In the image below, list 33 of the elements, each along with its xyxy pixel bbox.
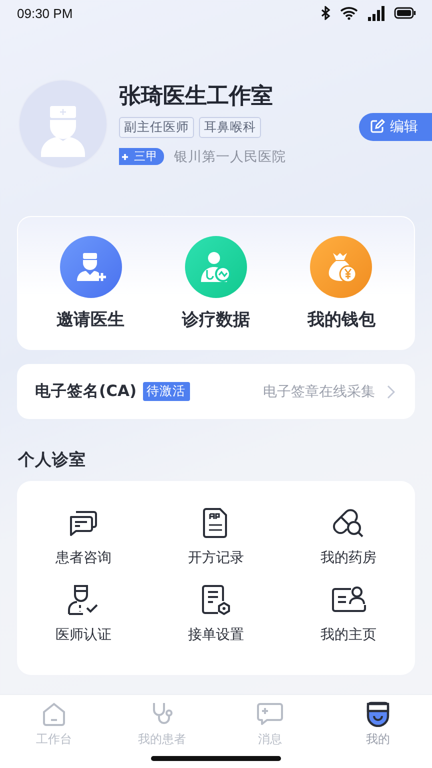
signature-card[interactable]: 电子签名(CA) 待激活 电子签章在线采集 — [17, 364, 415, 419]
hospital-name: 银川第一人民医院 — [174, 148, 286, 166]
clinic-menu-item[interactable]: 我的主页 — [282, 584, 415, 661]
document-gear-icon — [200, 584, 232, 616]
edit-icon — [370, 119, 385, 134]
prescription-document-icon — [202, 507, 230, 539]
doctor-plus-icon — [74, 250, 107, 282]
clinic-menu-item[interactable]: 接单设置 — [150, 584, 282, 661]
signature-title: 电子签名(CA) — [35, 381, 137, 402]
battery-icon — [394, 7, 416, 19]
chevron-right-icon — [387, 384, 395, 398]
title-tag: 副主任医师 — [119, 116, 194, 138]
bluetooth-icon — [321, 6, 331, 20]
clinic-menu-item[interactable]: 患者咨询 — [17, 507, 150, 584]
wifi-icon — [340, 6, 358, 20]
signature-hint: 电子签章在线采集 — [263, 382, 375, 400]
clinic-menu-item[interactable]: 开方记录 — [150, 507, 282, 584]
status-time: 09:30 PM — [17, 6, 73, 20]
home-icon — [41, 701, 67, 727]
edit-button[interactable]: 编辑 — [359, 112, 432, 140]
hospital-level-badge: 三甲 — [119, 148, 164, 165]
clinic-menu-item[interactable]: 医师认证 — [17, 584, 150, 661]
signal-icon — [367, 5, 385, 21]
doctor-name: 张琦医生工作室 — [119, 82, 274, 110]
message-plus-icon — [256, 701, 284, 727]
pill-search-icon — [332, 507, 366, 539]
status-badge: 待激活 — [142, 382, 190, 401]
clinic-menu-item[interactable]: 我的药房 — [282, 507, 415, 584]
title-tag: 耳鼻喉科 — [199, 116, 261, 138]
smiling-avatar-icon — [365, 701, 391, 727]
doctor-chart-icon — [198, 250, 233, 284]
section-title: 个人诊室 — [18, 449, 87, 471]
doctor-check-icon — [66, 584, 100, 616]
